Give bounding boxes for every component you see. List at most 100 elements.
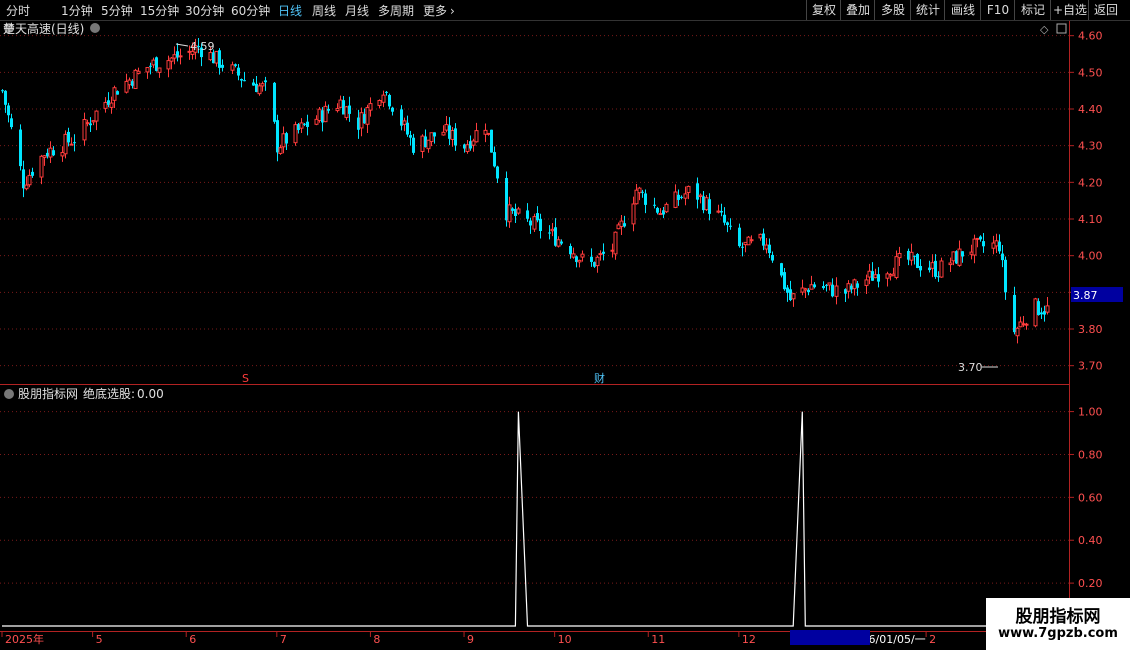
x-tick-label: 8 — [373, 633, 380, 646]
candle-body — [230, 64, 235, 71]
candle-body — [359, 112, 364, 129]
candle-body — [429, 132, 434, 143]
candle-body — [916, 254, 919, 268]
candle-body — [450, 130, 455, 140]
tab-timeframe-15min[interactable]: 15分钟 — [140, 2, 179, 19]
tab-timeframe-multi[interactable]: 多周期 — [378, 2, 414, 19]
indicator-y-tick-label: 0.20 — [1078, 577, 1103, 590]
candle-body — [85, 122, 90, 125]
candle-body — [539, 218, 542, 232]
candle-body — [48, 147, 53, 158]
indicator-dropdown-icon[interactable] — [4, 389, 14, 399]
candle-body — [178, 55, 183, 58]
candle-body — [998, 241, 1001, 252]
more-menu[interactable]: 更多 › — [423, 2, 455, 19]
candle-body — [807, 289, 810, 293]
tab-timeframe-1min[interactable]: 1分钟 — [61, 2, 93, 19]
candle-body — [511, 208, 514, 211]
add-watchlist-button[interactable]: +自选 — [1050, 0, 1089, 20]
candle-body — [526, 210, 529, 219]
candle-body — [402, 120, 407, 125]
candle-body — [1015, 327, 1020, 337]
candle-body — [454, 128, 457, 146]
candle-body — [303, 123, 306, 125]
x-tick-label: 6 — [189, 633, 196, 646]
indicator-y-tick-label: 0.80 — [1078, 448, 1103, 461]
event-marker-finance[interactable]: 财 — [594, 371, 605, 385]
candle-body — [136, 70, 141, 74]
tab-timeframe-60min[interactable]: 60分钟 — [231, 2, 270, 19]
candle-body — [550, 228, 555, 232]
candle-body — [172, 54, 177, 59]
x-tick-label: 2 — [929, 633, 936, 646]
candle-body — [4, 90, 7, 105]
back-button[interactable]: 返回 — [1088, 0, 1123, 20]
multi-stock-button[interactable]: 多股 — [874, 0, 911, 20]
fuquan-button[interactable]: 复权 — [806, 0, 841, 20]
diamond-icon[interactable]: ◇ — [1040, 23, 1049, 36]
candle-body — [536, 213, 539, 221]
candle-body — [762, 233, 765, 246]
candle-body — [368, 103, 373, 111]
candle-body — [516, 208, 521, 214]
candle-body — [243, 80, 246, 82]
candle-body — [344, 106, 349, 118]
candle-body — [686, 185, 691, 193]
tab-timeframe-daily[interactable]: 日线 — [278, 2, 302, 19]
candle-body — [1013, 294, 1016, 333]
main-panel: 3.70 3.80 4.00 4.10 4.20 4.30 4.40 4.50 4.60 — [0, 21, 1103, 632]
main-y-tick-label: 4.20 — [1078, 176, 1103, 189]
f10-button[interactable]: F10 — [980, 0, 1015, 20]
candle-body — [323, 105, 328, 123]
candle-body — [631, 203, 636, 225]
candle-body — [19, 129, 22, 167]
mark-button[interactable]: 标记 — [1014, 0, 1051, 20]
x-tick-label: 12 — [742, 633, 756, 646]
candle-body — [683, 193, 688, 199]
watermark-url: www.7gpzb.com — [998, 626, 1118, 641]
candle-body — [704, 197, 709, 211]
main-y-tick-label: 3.70 — [1078, 360, 1103, 373]
candle-body — [972, 238, 977, 256]
candle-body — [786, 287, 789, 293]
candle-body — [278, 147, 283, 154]
settings-dropdown-icon[interactable] — [90, 23, 100, 33]
tab-timeframe-5min[interactable]: 5分钟 — [101, 2, 133, 19]
overlay-button[interactable]: 叠加 — [840, 0, 875, 20]
candle-body — [698, 194, 703, 197]
candle-body — [441, 131, 446, 136]
candle-body — [252, 82, 255, 86]
statistics-button[interactable]: 统计 — [910, 0, 945, 20]
window-toggle-icon[interactable] — [1056, 23, 1067, 34]
main-y-tick-label: 4.60 — [1078, 30, 1103, 43]
event-marker-s[interactable]: S — [242, 372, 249, 385]
tab-timeframe-monthly[interactable]: 月线 — [345, 2, 369, 19]
candle-body — [103, 101, 108, 109]
indicator-y-tick-label: 1.00 — [1078, 406, 1103, 419]
candle-body — [577, 259, 582, 263]
current-price-label: 3.87 — [1073, 289, 1098, 302]
tab-timeframe-fenshi[interactable]: 分时 — [6, 2, 30, 19]
candle-body — [637, 187, 642, 194]
candle-body — [641, 191, 644, 193]
candle-body — [151, 59, 156, 66]
candle-body — [496, 166, 499, 179]
candle-body — [897, 252, 902, 259]
candle-body — [532, 216, 537, 230]
candle-body — [771, 254, 774, 261]
candle-body — [716, 210, 721, 213]
candle-body — [406, 122, 409, 135]
candle-body — [67, 131, 70, 143]
indicator-title: 股朋指标网 — [18, 386, 78, 401]
candle-body — [52, 150, 55, 156]
candle-body — [673, 191, 678, 208]
draw-line-button[interactable]: 画线 — [944, 0, 981, 20]
candle-body — [764, 244, 769, 250]
candle-body — [677, 194, 680, 200]
tab-timeframe-30min[interactable]: 30分钟 — [185, 2, 224, 19]
tab-timeframe-weekly[interactable]: 周线 — [312, 2, 336, 19]
candle-body — [571, 253, 576, 258]
candle-body — [214, 50, 219, 64]
candle-body — [680, 196, 683, 198]
candle-body — [569, 246, 572, 255]
